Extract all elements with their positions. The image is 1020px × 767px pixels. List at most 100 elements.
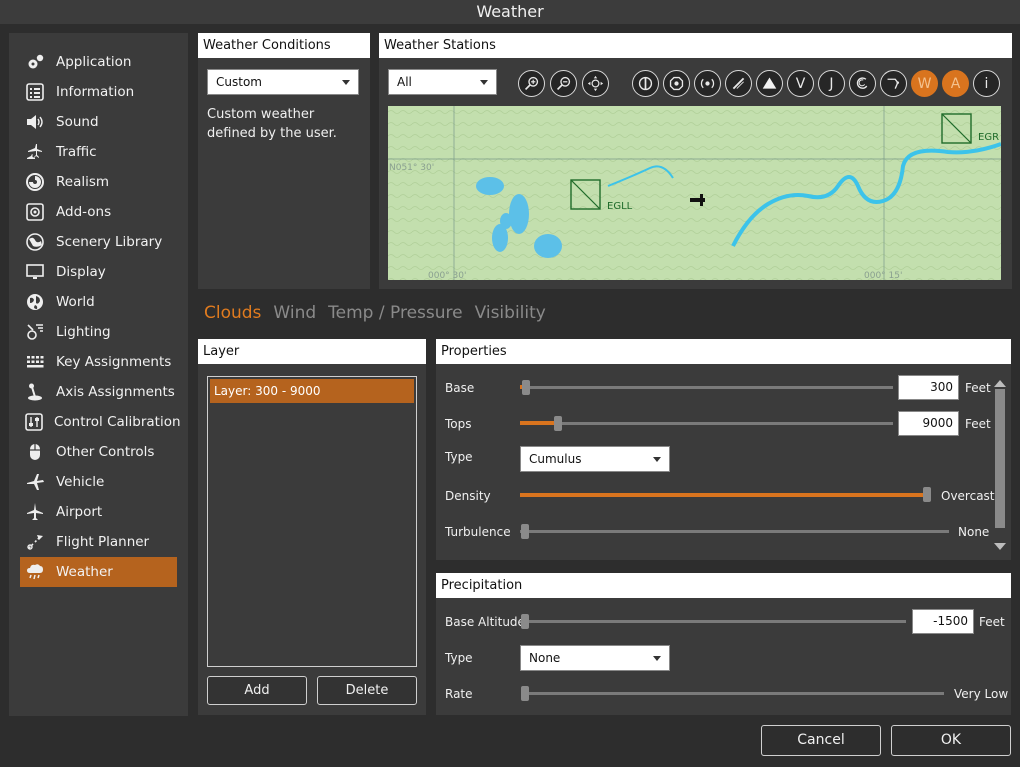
tops-unit: Feet [965,417,991,431]
chevron-down-icon [653,656,661,661]
fix-icon[interactable] [694,70,721,97]
sidebar-item-vehicle[interactable]: Vehicle [20,467,177,497]
tab-clouds[interactable]: Clouds [204,303,261,323]
density-slider-fill [520,493,926,497]
sidebar-item-label: Display [56,264,106,280]
vor-icon[interactable] [632,70,659,97]
sidebar-item-axis-assignments[interactable]: Axis Assignments [20,377,177,407]
add-layer-button[interactable]: Add [207,676,307,705]
sidebar-item-information[interactable]: Information [20,77,177,107]
properties-panel: Properties Base 300 Feet Tops 9000 Feet … [436,339,1011,560]
info-icon[interactable]: i [973,70,1000,97]
station-label: EGLL [607,201,633,212]
weather-conditions-selected: Custom [216,75,262,89]
tops-slider-track [520,422,893,425]
sidebar-item-airport[interactable]: Airport [20,497,177,527]
j-icon[interactable]: J [818,70,845,97]
realism-icon [24,171,46,193]
sidebar-item-display[interactable]: Display [20,257,177,287]
scroll-up-icon[interactable] [994,380,1006,387]
base-input[interactable]: 300 [898,375,959,400]
station-label: EGR [978,132,999,143]
v-icon[interactable]: V [787,70,814,97]
sidebar-item-control-calibration[interactable]: Control Calibration [20,407,181,437]
sidebar-item-world[interactable]: World [20,287,177,317]
base-slider-track [520,386,893,389]
route-icon[interactable] [880,70,907,97]
triangle-icon[interactable] [756,70,783,97]
weather-conditions-description: Custom weather defined by the user. [207,107,337,141]
sidebar-item-realism[interactable]: Realism [20,167,177,197]
sidebar-item-label: Information [56,84,135,100]
sidebar-item-label: Add-ons [56,204,112,220]
sidebar-item-label: Weather [56,564,113,580]
chevron-down-icon [342,80,350,85]
tab-temp-pressure[interactable]: Temp / Pressure [328,303,462,323]
ok-button[interactable]: OK [891,725,1011,756]
longitude-label: 000° 15' [864,271,902,280]
precipitation-panel: Precipitation Base Altitude -1500 Feet T… [436,573,1011,715]
sidebar-item-flight-planner[interactable]: Flight Planner [20,527,177,557]
properties-scrollbar[interactable] [994,380,1006,550]
density-value: Overcast [941,489,995,503]
tab-wind[interactable]: Wind [273,303,316,323]
density-slider-thumb[interactable] [923,487,931,502]
precip-type-dropdown[interactable]: None [520,645,670,671]
j-letter: J [829,75,834,92]
plane-icon [24,471,46,493]
monitor-icon [24,261,46,283]
sidebar-item-lighting[interactable]: Lighting [20,317,177,347]
w-letter: W [917,75,932,92]
precip-base-input[interactable]: -1500 [912,609,974,634]
rate-slider-thumb[interactable] [521,686,529,701]
sidebar-item-key-assignments[interactable]: Key Assignments [20,347,177,377]
sidebar-item-label: Scenery Library [56,234,163,250]
list-item[interactable]: Layer: 300 - 9000 [210,379,414,403]
traffic-pattern-icon[interactable] [849,70,876,97]
sidebar-item-traffic[interactable]: Traffic [20,137,177,167]
zoom-out-icon[interactable] [550,70,577,97]
tab-visibility[interactable]: Visibility [475,303,546,323]
precip-base-slider-track [523,620,906,623]
layer-panel: Layer Layer: 300 - 9000 Add Delete [198,339,426,715]
runway-icon[interactable] [725,70,752,97]
turbulence-slider-thumb[interactable] [521,524,529,539]
precip-base-slider-thumb[interactable] [521,614,529,629]
sidebar-item-scenery-library[interactable]: Scenery Library [20,227,177,257]
delete-layer-button[interactable]: Delete [317,676,417,705]
weather-icon [24,561,46,583]
zoom-in-icon[interactable] [518,70,545,97]
weather-conditions-dropdown[interactable]: Custom [207,69,359,95]
scrollbar-thumb[interactable] [995,389,1005,528]
cloud-type-selected: Cumulus [529,452,582,466]
cloud-type-label: Type [445,450,473,464]
flight-planner-icon [24,531,46,553]
sidebar-item-label: Application [56,54,132,70]
base-slider-thumb[interactable] [522,380,530,395]
keyboard-icon [24,351,46,373]
sidebar-item-sound[interactable]: Sound [20,107,177,137]
tops-input[interactable]: 9000 [898,411,959,436]
layer-list[interactable]: Layer: 300 - 9000 [207,376,417,667]
ndb-icon[interactable] [663,70,690,97]
tops-slider-thumb[interactable] [554,416,562,431]
cloud-type-dropdown[interactable]: Cumulus [520,446,670,472]
weather-map[interactable]: EGLL EGR N051° 30' 000° 30' 000° 15' [388,106,1001,280]
sidebar-item-weather[interactable]: Weather [20,557,177,587]
sidebar-item-add-ons[interactable]: Add-ons [20,197,177,227]
globe-icon [24,291,46,313]
airport-icon [24,501,46,523]
sidebar-item-label: Flight Planner [56,534,150,550]
info-letter: i [984,75,989,92]
latitude-label: N051° 30' [389,163,434,173]
recenter-icon[interactable] [582,70,609,97]
sidebar-item-application[interactable]: Application [20,47,177,77]
window-title: Weather [0,0,1020,24]
sidebar-item-other-controls[interactable]: Other Controls [20,437,177,467]
w-icon[interactable]: W [911,70,938,97]
scroll-down-icon[interactable] [994,543,1006,550]
stations-filter-dropdown[interactable]: All [388,69,497,95]
a-icon[interactable]: A [942,70,969,97]
cancel-button[interactable]: Cancel [761,725,881,756]
sidebar-item-label: Axis Assignments [56,384,175,400]
